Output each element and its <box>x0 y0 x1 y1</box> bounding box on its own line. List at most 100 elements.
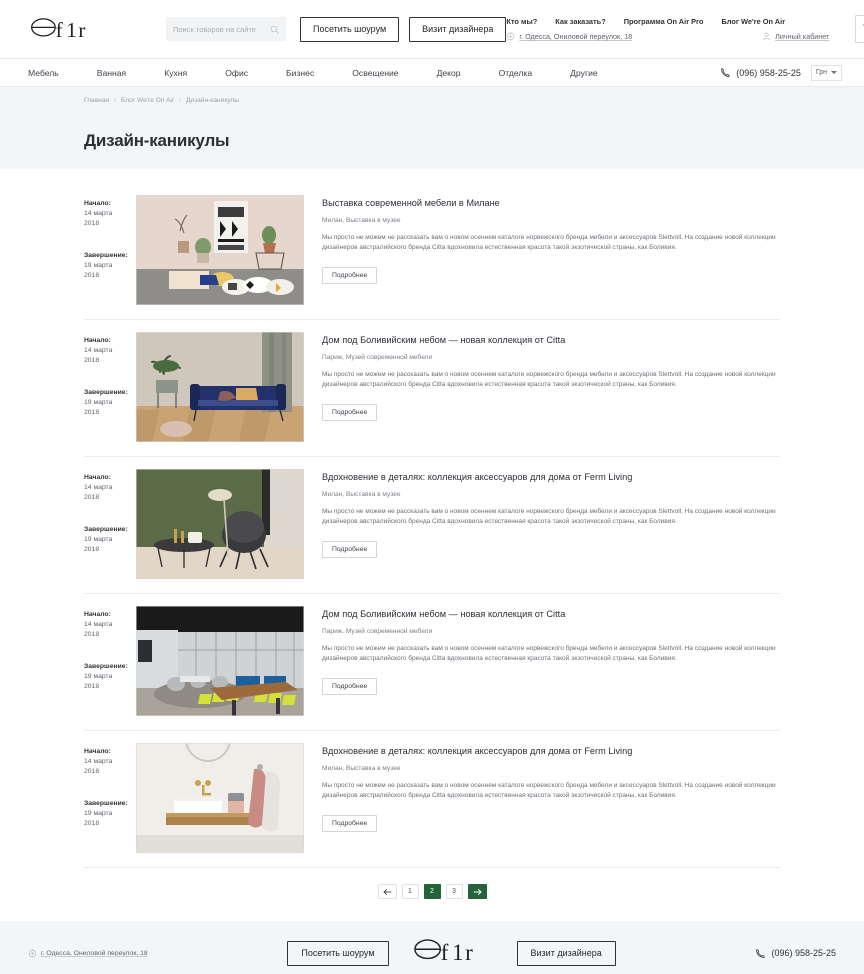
phone-icon <box>756 948 766 958</box>
nav-item-office[interactable]: Офис <box>225 68 248 78</box>
article-item: Начало: 14 марта 2018 Завершение: 19 мар… <box>84 457 780 594</box>
svg-text:1: 1 <box>66 18 77 42</box>
article-body: Вдохновение в деталях: коллекция аксессу… <box>304 469 780 579</box>
header-link-onair-pro[interactable]: Программа On Air Pro <box>624 17 704 26</box>
site-logo[interactable]: f 1 r <box>28 15 124 43</box>
read-more-button[interactable]: Подробнее <box>322 814 378 832</box>
office-conference-room-image <box>136 606 304 716</box>
title-band: Дизайн-каникулы <box>0 129 864 169</box>
header-link-blog[interactable]: Блог We're On Air <box>721 17 785 26</box>
breadcrumb-item-home[interactable]: Главная <box>84 97 109 104</box>
nav-item-others[interactable]: Другие <box>570 68 598 78</box>
header-link-how-to-order[interactable]: Как заказать? <box>555 17 605 26</box>
end-label: Завершение: <box>84 662 128 670</box>
designer-visit-button[interactable]: Визит дизайнера <box>409 16 507 42</box>
article-thumbnail[interactable] <box>136 743 304 853</box>
footer-logo[interactable]: f 1 r <box>411 936 495 971</box>
page-root: f 1 r Посетить шоурум Визит дизайнера Кт… <box>0 0 864 974</box>
svg-text:r: r <box>78 18 85 42</box>
article-body: Дом под Боливийским небом — новая коллек… <box>304 606 780 716</box>
article-thumbnail[interactable] <box>136 332 304 442</box>
article-excerpt: Мы просто не можем не рассказать вам о н… <box>322 370 776 389</box>
footer-top-row: г. Одесса, Ониловой переулок, 18 Посетит… <box>28 921 836 974</box>
article-title[interactable]: Дом под Боливийским небом — новая коллек… <box>322 334 780 347</box>
end-day: 19 марта <box>84 810 113 818</box>
breadcrumb-item-current: Дизайн-каникулы <box>185 97 240 104</box>
pagination-prev-button[interactable] <box>377 884 397 899</box>
nav-item-decor[interactable]: Декор <box>437 68 461 78</box>
header-link-about[interactable]: Кто мы? <box>506 17 537 26</box>
start-year: 2018 <box>84 631 100 639</box>
nav-item-kitchen[interactable]: Кухня <box>164 68 187 78</box>
footer-center-group: Посетить шоурум f 1 r Визит дизайнера <box>287 936 616 971</box>
phone-icon <box>721 68 731 77</box>
currency-selector[interactable]: Грн <box>810 64 842 81</box>
header-account[interactable]: Личный кабинет <box>762 32 829 41</box>
article-title[interactable]: Дом под Боливийским небом — новая коллек… <box>322 608 780 621</box>
main-nav: Мебель Ванная Кухня Офис Бизнес Освещени… <box>0 58 864 87</box>
arrow-left-icon <box>382 888 391 895</box>
end-day: 19 марта <box>84 262 113 270</box>
start-year: 2018 <box>84 494 100 502</box>
breadcrumb: Главная / Блог We're On Air / Дизайн-кан… <box>84 97 780 104</box>
read-more-button[interactable]: Подробнее <box>322 677 378 695</box>
article-place: Милан, Выставка в музее <box>322 764 401 772</box>
read-more-button[interactable]: Подробнее <box>322 403 378 421</box>
pagination-page-1[interactable]: 1 <box>401 884 419 899</box>
start-year: 2018 <box>84 768 100 776</box>
svg-text:f: f <box>440 939 448 964</box>
article-thumbnail[interactable] <box>136 195 304 305</box>
article-item: Начало: 14 марта 2018 Завершение: 19 мар… <box>84 183 780 320</box>
footer-address[interactable]: г. Одесса, Ониловой переулок, 18 <box>28 948 148 958</box>
page-title: Дизайн-каникулы <box>84 131 230 150</box>
end-day: 19 марта <box>84 399 113 407</box>
article-dates: Начало: 14 марта 2018 Завершение: 19 мар… <box>84 743 136 853</box>
article-thumbnail[interactable] <box>136 469 304 579</box>
article-title[interactable]: Вдохновение в деталях: коллекция аксессу… <box>322 471 780 484</box>
pagination-next-button[interactable] <box>467 884 487 899</box>
nav-item-lighting[interactable]: Освещение <box>352 68 398 78</box>
start-label: Начало: <box>84 748 111 755</box>
cart-button[interactable] <box>855 15 864 43</box>
visit-showroom-button[interactable]: Посетить шоурум <box>300 16 400 42</box>
start-day: 14 марта <box>84 210 113 218</box>
pagination-page-2[interactable]: 2 <box>423 884 441 899</box>
end-label: Завершение: <box>84 799 128 807</box>
breadcrumb-item-blog[interactable]: Блог We're On Air <box>121 97 174 104</box>
read-more-button[interactable]: Подробнее <box>322 540 378 558</box>
article-title[interactable]: Вдохновение в деталях: коллекция аксессу… <box>322 745 780 758</box>
footer-visit-showroom-button[interactable]: Посетить шоурум <box>287 940 389 966</box>
end-year: 2018 <box>84 408 100 416</box>
header-address[interactable]: г. Одесса, Ониловой переулок, 18 <box>506 32 632 41</box>
article-item: Начало: 14 марта 2018 Завершение: 19 мар… <box>84 594 780 731</box>
footer-phone[interactable]: (096) 958-25-25 <box>755 948 836 959</box>
article-body: Выставка современной мебели в Милане Мил… <box>304 195 780 305</box>
breadcrumb-zone: Главная / Блог We're On Air / Дизайн-кан… <box>0 87 864 129</box>
article-place: Милан, Выставка в музее <box>322 216 401 224</box>
cart-widget[interactable]: 3 <box>855 15 864 43</box>
header-account-text: Личный кабинет <box>775 32 830 41</box>
article-title[interactable]: Выставка современной мебели в Милане <box>322 197 780 210</box>
start-day: 14 марта <box>84 484 113 492</box>
read-more-button[interactable]: Подробнее <box>322 266 378 284</box>
arrow-right-icon <box>473 888 482 895</box>
end-year: 2018 <box>84 271 100 279</box>
footer-phone-text: (096) 958-25-25 <box>771 948 836 958</box>
nav-item-bathroom[interactable]: Ванная <box>97 68 126 78</box>
search-input[interactable] <box>173 24 270 34</box>
header-links-group: Кто мы? Как заказать? Программа On Air P… <box>506 17 829 41</box>
footer-designer-visit-button[interactable]: Визит дизайнера <box>516 940 616 966</box>
article-body: Дом под Боливийским небом — новая коллек… <box>304 332 780 442</box>
nav-phone[interactable]: (096) 958-25-25 <box>720 67 801 78</box>
nav-item-furniture[interactable]: Мебель <box>28 68 59 78</box>
nav-item-business[interactable]: Бизнес <box>286 68 314 78</box>
article-thumbnail[interactable] <box>136 606 304 716</box>
nav-item-finishing[interactable]: Отделка <box>499 68 533 78</box>
search-box[interactable] <box>166 17 286 41</box>
start-day: 14 марта <box>84 758 113 766</box>
site-header: f 1 r Посетить шоурум Визит дизайнера Кт… <box>0 0 864 58</box>
header-meta-row: г. Одесса, Ониловой переулок, 18 Личный … <box>506 32 829 41</box>
end-label: Завершение: <box>84 251 128 259</box>
pagination-page-3[interactable]: 3 <box>445 884 463 899</box>
end-label: Завершение: <box>84 388 128 396</box>
